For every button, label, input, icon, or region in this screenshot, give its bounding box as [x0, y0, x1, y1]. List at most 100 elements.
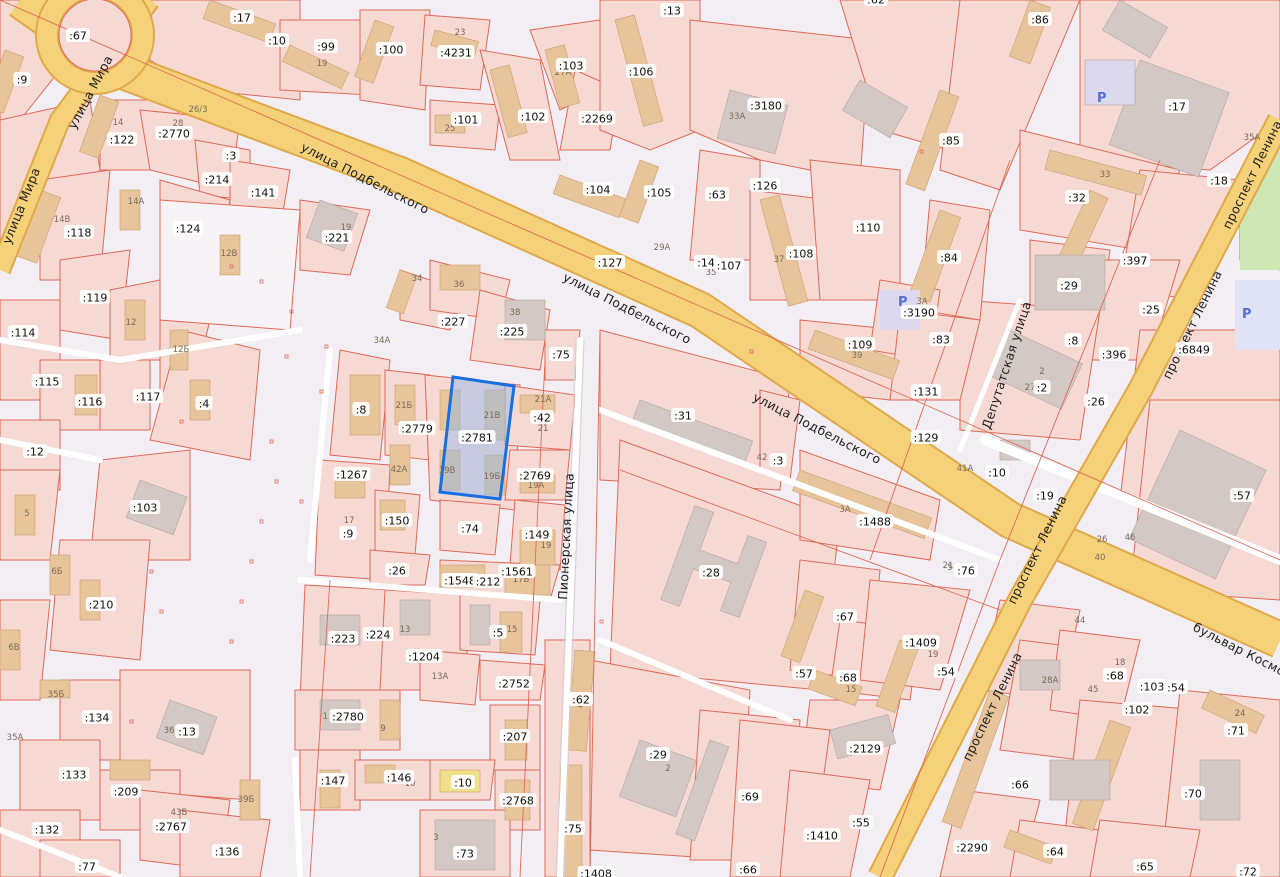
cadastral-number-label[interactable]: :118	[63, 225, 95, 240]
cadastral-number-label[interactable]: :29	[1057, 278, 1081, 293]
cadastral-number-label[interactable]: :103	[555, 58, 587, 73]
cadastral-number-label[interactable]: :28	[699, 565, 723, 580]
cadastral-number-label[interactable]: :99	[314, 39, 338, 54]
cadastral-number-label[interactable]: :104	[582, 182, 614, 197]
cadastral-number-label[interactable]: :57	[1230, 488, 1254, 503]
cadastral-number-label[interactable]: :12	[23, 444, 47, 459]
cadastral-number-label[interactable]: :8	[352, 402, 370, 417]
cadastral-number-label[interactable]: :136	[211, 844, 243, 859]
cadastral-number-label[interactable]: :54	[1164, 680, 1188, 695]
cadastral-number-label[interactable]: :146	[383, 770, 415, 785]
cadastral-number-label[interactable]: :132	[31, 822, 63, 837]
cadastral-number-label[interactable]: :29	[646, 747, 670, 762]
cadastral-number-label[interactable]: :210	[85, 597, 117, 612]
cadastral-number-label[interactable]: :2769	[516, 468, 554, 483]
cadastral-number-label[interactable]: :107	[713, 258, 745, 273]
cadastral-number-label[interactable]: :131	[910, 384, 942, 399]
cadastral-number-label[interactable]: :17	[230, 10, 254, 25]
cadastral-number-label[interactable]: :3190	[900, 305, 938, 320]
cadastral-number-label[interactable]: :68	[1103, 668, 1127, 683]
cadastral-number-label[interactable]: :67	[833, 609, 857, 624]
cadastral-number-label[interactable]: :119	[79, 290, 111, 305]
cadastral-number-label[interactable]: :26	[385, 563, 409, 578]
cadastral-number-label[interactable]: :76	[954, 563, 978, 578]
cadastral-number-label[interactable]: :2	[1033, 380, 1051, 395]
cadastral-number-label[interactable]: :10	[451, 775, 475, 790]
cadastral-number-label[interactable]: :13	[175, 724, 199, 739]
cadastral-number-label[interactable]: :26	[1084, 394, 1108, 409]
cadastral-number-label[interactable]: :133	[58, 767, 90, 782]
cadastral-number-label[interactable]: :221	[321, 230, 353, 245]
cadastral-number-label[interactable]: :54	[934, 664, 958, 679]
cadastral-number-label[interactable]: :396	[1098, 347, 1130, 362]
cadastral-number-label[interactable]: :86	[1028, 12, 1052, 27]
cadastral-number-label[interactable]: :18	[1207, 173, 1231, 188]
selected-parcel-label[interactable]: :2781	[458, 430, 496, 445]
cadastral-number-label[interactable]: :141	[247, 185, 279, 200]
cadastral-number-label[interactable]: :397	[1119, 253, 1151, 268]
cadastral-number-label[interactable]: :134	[81, 710, 113, 725]
cadastral-number-label[interactable]: :212	[472, 574, 504, 589]
cadastral-number-label[interactable]: :102	[517, 109, 549, 124]
cadastral-number-label[interactable]: :127	[594, 255, 626, 270]
cadastral-number-label[interactable]: :2779	[398, 421, 436, 436]
cadastral-number-label[interactable]: :74	[458, 521, 482, 536]
cadastral-number-label[interactable]: :67	[66, 28, 90, 43]
cadastral-number-label[interactable]: :9	[13, 72, 31, 87]
cadastral-number-label[interactable]: :225	[496, 324, 528, 339]
cadastral-number-label[interactable]: :1267	[333, 467, 371, 482]
cadastral-number-label[interactable]: :70	[1181, 786, 1205, 801]
cadastral-number-label[interactable]: :227	[437, 314, 469, 329]
cadastral-number-label[interactable]: :4	[195, 396, 213, 411]
cadastral-number-label[interactable]: :75	[549, 347, 573, 362]
cadastral-number-label[interactable]: :3	[769, 453, 787, 468]
cadastral-number-label[interactable]: :1408	[577, 866, 615, 877]
cadastral-number-label[interactable]: :209	[110, 784, 142, 799]
cadastral-number-label[interactable]: :1204	[405, 649, 443, 664]
cadastral-number-label[interactable]: :62	[569, 692, 593, 707]
cadastral-number-label[interactable]: :109	[844, 337, 876, 352]
cadastral-number-label[interactable]: :72	[1236, 864, 1260, 877]
cadastral-number-label[interactable]: :110	[852, 220, 884, 235]
cadastral-number-label[interactable]: :3	[222, 148, 240, 163]
cadastral-number-label[interactable]: :10	[265, 33, 289, 48]
cadastral-number-label[interactable]: :5	[489, 625, 507, 640]
cadastral-number-label[interactable]: :84	[937, 250, 961, 265]
cadastral-number-label[interactable]: :25	[1139, 302, 1163, 317]
cadastral-number-label[interactable]: :9	[339, 526, 357, 541]
cadastral-number-label[interactable]: :6849	[1175, 342, 1213, 357]
cadastral-number-label[interactable]: :115	[31, 374, 63, 389]
cadastral-number-label[interactable]: :17	[1165, 99, 1189, 114]
cadastral-number-label[interactable]: :55	[849, 815, 873, 830]
cadastral-number-label[interactable]: :77	[75, 859, 99, 874]
cadastral-number-label[interactable]: :1409	[902, 635, 940, 650]
cadastral-number-label[interactable]: :100	[375, 42, 407, 57]
cadastral-number-label[interactable]: :42	[530, 410, 554, 425]
cadastral-number-label[interactable]: :65	[1133, 859, 1157, 874]
cadastral-number-label[interactable]: :223	[327, 631, 359, 646]
cadastral-number-label[interactable]: :13	[660, 3, 684, 18]
cadastral-number-label[interactable]: :124	[172, 221, 204, 236]
cadastral-number-label[interactable]: :2770	[155, 126, 193, 141]
cadastral-number-label[interactable]: :214	[201, 172, 233, 187]
cadastral-number-label[interactable]: :2269	[578, 111, 616, 126]
cadastral-number-label[interactable]: :62	[864, 0, 888, 7]
cadastral-number-label[interactable]: :73	[453, 846, 477, 861]
cadastral-number-label[interactable]: :3180	[747, 98, 785, 113]
cadastral-number-label[interactable]: :207	[499, 729, 531, 744]
cadastral-number-label[interactable]: :1410	[803, 828, 841, 843]
cadastral-number-label[interactable]: :101	[450, 112, 482, 127]
cadastral-number-label[interactable]: :85	[939, 133, 963, 148]
cadastral-number-label[interactable]: :66	[736, 862, 760, 877]
cadastral-number-label[interactable]: :63	[705, 187, 729, 202]
cadastral-number-label[interactable]: :2290	[953, 840, 991, 855]
cadastral-number-label[interactable]: :75	[561, 821, 585, 836]
cadastral-map[interactable]: 23 25 19 19 27А 33А 33 35А 14 26/3 28 14А 14В 12 12Б 12…	[0, 0, 1280, 877]
cadastral-number-label[interactable]: :19	[1033, 488, 1057, 503]
cadastral-number-label[interactable]: :129	[910, 430, 942, 445]
cadastral-number-label[interactable]: :102	[1121, 702, 1153, 717]
cadastral-number-label[interactable]: :103	[1136, 679, 1168, 694]
cadastral-number-label[interactable]: :103	[129, 500, 161, 515]
cadastral-number-label[interactable]: :2768	[499, 793, 537, 808]
cadastral-number-label[interactable]: :2780	[329, 709, 367, 724]
